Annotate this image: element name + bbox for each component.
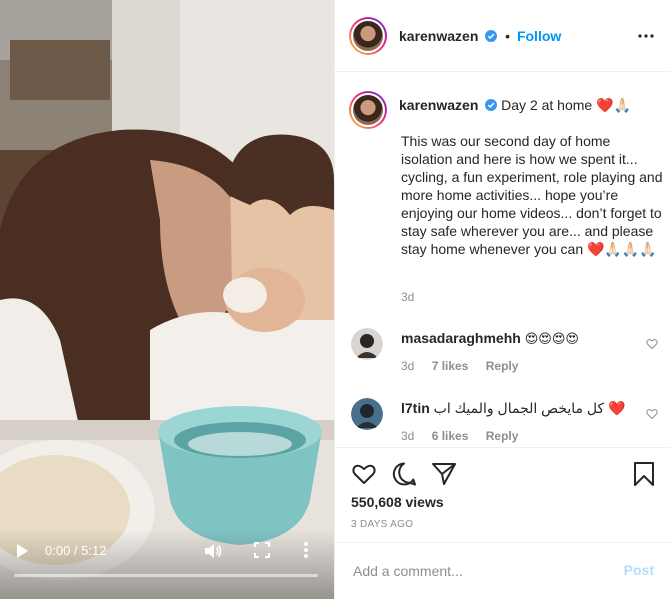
caption-body: This was our second day of home isolatio… bbox=[401, 133, 663, 257]
comment-bubble-icon[interactable] bbox=[391, 461, 417, 487]
caption-title: Day 2 at home bbox=[501, 97, 593, 113]
caption-avatar[interactable] bbox=[349, 91, 387, 129]
post-actions: 550,608 views 3 DAYS AGO bbox=[335, 447, 671, 543]
commenter-avatar[interactable] bbox=[351, 328, 383, 360]
post-comment-button[interactable]: Post bbox=[624, 562, 654, 578]
comment-item: masadaraghmehh 😍😍😍😍 3d 7 likes Reply bbox=[335, 324, 671, 384]
view-count[interactable]: 550,608 views bbox=[351, 494, 444, 510]
like-comment-heart-icon[interactable] bbox=[646, 338, 658, 350]
comment-meta: 3d 7 likes Reply bbox=[401, 359, 532, 373]
comment-text-emoji: ❤️ bbox=[608, 400, 626, 416]
caption-title-emoji: ❤️🙏🏻 bbox=[596, 97, 631, 113]
verified-badge-icon bbox=[485, 99, 498, 111]
comment-username[interactable]: l7tin bbox=[401, 400, 430, 416]
comment-item: l7tin كل مايخص الجمال والميك اب ❤️ 3d 6 … bbox=[335, 394, 671, 446]
video-time: 0:00 / 5:12 bbox=[45, 543, 107, 558]
commenter-avatar[interactable] bbox=[351, 398, 383, 430]
post-header: karenwazen • Follow bbox=[335, 0, 671, 72]
post-video[interactable]: 0:00 / 5:12 bbox=[0, 0, 334, 599]
more-vertical-icon[interactable] bbox=[303, 541, 309, 559]
like-heart-icon[interactable] bbox=[351, 461, 377, 487]
save-bookmark-icon[interactable] bbox=[631, 461, 657, 487]
add-comment-bar: Post bbox=[335, 542, 671, 600]
comment-likes[interactable]: 7 likes bbox=[432, 359, 469, 373]
comment-meta: 3d 6 likes Reply bbox=[401, 429, 532, 443]
author-username[interactable]: karenwazen bbox=[399, 28, 478, 44]
post-side-panel: karenwazen • Follow karenwazen Day 2 at … bbox=[334, 0, 671, 599]
comment-likes[interactable]: 6 likes bbox=[432, 429, 469, 443]
comment-username[interactable]: masadaraghmehh bbox=[401, 330, 521, 346]
comments-area[interactable]: karenwazen Day 2 at home ❤️🙏🏻 This was o… bbox=[335, 72, 671, 446]
like-comment-heart-icon[interactable] bbox=[646, 408, 658, 420]
comment-text: كل مايخص الجمال والميك اب bbox=[433, 400, 605, 416]
volume-icon[interactable] bbox=[204, 542, 222, 560]
comment-input[interactable] bbox=[351, 559, 595, 583]
reply-button[interactable]: Reply bbox=[486, 429, 519, 443]
video-frame-image bbox=[0, 0, 334, 599]
comment-age[interactable]: 3d bbox=[401, 359, 414, 373]
comment-line: masadaraghmehh 😍😍😍😍 bbox=[401, 330, 579, 347]
caption-age[interactable]: 3d bbox=[401, 290, 414, 304]
comment-line: l7tin كل مايخص الجمال والميك اب ❤️ bbox=[401, 400, 626, 417]
caption-body-emoji: ❤️🙏🏻🙏🏻🙏🏻 bbox=[587, 241, 657, 257]
caption-text: This was our second day of home isolatio… bbox=[401, 132, 663, 258]
video-controls: 0:00 / 5:12 bbox=[0, 529, 334, 599]
comment-text: 😍😍😍😍 bbox=[524, 331, 579, 346]
verified-badge-icon bbox=[485, 30, 498, 42]
author-avatar[interactable] bbox=[349, 17, 387, 55]
reply-button[interactable]: Reply bbox=[486, 359, 519, 373]
post-date[interactable]: 3 DAYS AGO bbox=[351, 519, 413, 530]
header-line: karenwazen • Follow bbox=[399, 28, 561, 44]
share-paper-plane-icon[interactable] bbox=[431, 461, 457, 487]
follow-button[interactable]: Follow bbox=[517, 28, 561, 44]
header-separator: • bbox=[505, 28, 511, 44]
caption-username[interactable]: karenwazen bbox=[399, 97, 478, 113]
comment-age[interactable]: 3d bbox=[401, 429, 414, 443]
video-progress-bar[interactable] bbox=[14, 574, 318, 577]
fullscreen-icon[interactable] bbox=[254, 542, 270, 558]
instagram-post: 0:00 / 5:12 karenwazen • Follow karenwaz… bbox=[0, 0, 671, 599]
caption-header: karenwazen Day 2 at home ❤️🙏🏻 bbox=[399, 97, 631, 114]
play-icon[interactable] bbox=[14, 543, 30, 559]
more-options-icon[interactable] bbox=[638, 34, 654, 38]
